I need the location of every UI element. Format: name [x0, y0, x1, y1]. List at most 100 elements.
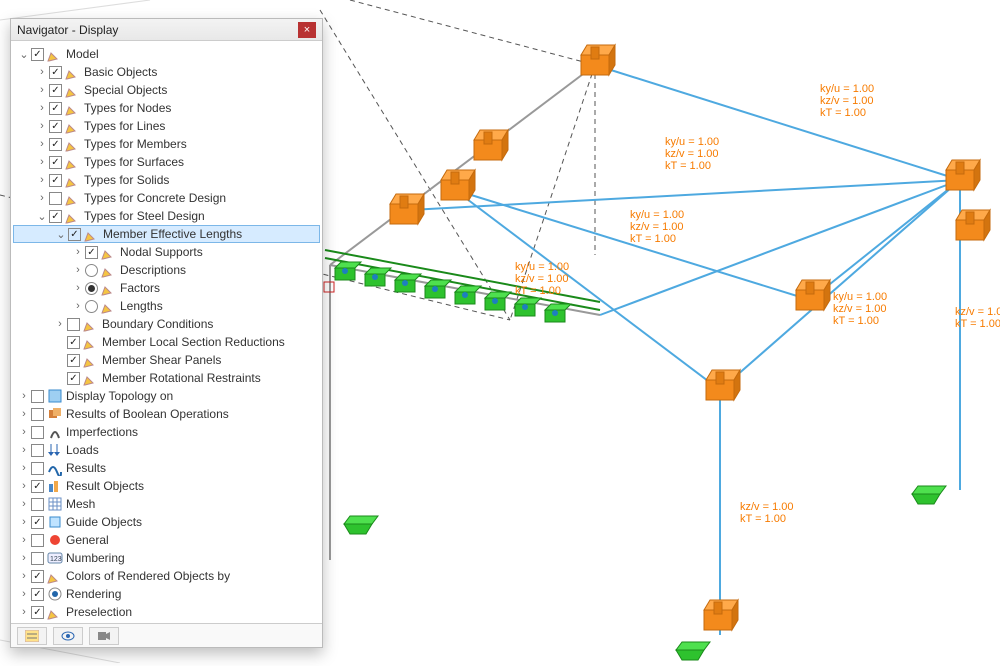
expand-icon[interactable]: ›: [17, 606, 31, 618]
expand-icon[interactable]: ›: [71, 300, 85, 312]
tree-node-types-nodes[interactable]: ›✓Types for Nodes: [13, 99, 320, 117]
checkbox[interactable]: ✓: [31, 588, 44, 601]
tree-node-mesh[interactable]: ›Mesh: [13, 495, 320, 513]
checkbox[interactable]: ✓: [49, 174, 62, 187]
checkbox[interactable]: ✓: [49, 102, 62, 115]
tree-node-display-topology[interactable]: ›Display Topology on: [13, 387, 320, 405]
tree-node-general[interactable]: ›General: [13, 531, 320, 549]
expand-icon[interactable]: ›: [17, 426, 31, 438]
checkbox[interactable]: ✓: [49, 156, 62, 169]
expand-icon[interactable]: ›: [71, 282, 85, 294]
tree-node-types-surfaces[interactable]: ›✓Types for Surfaces: [13, 153, 320, 171]
tree-node-types-steel[interactable]: ⌄✓Types for Steel Design: [13, 207, 320, 225]
tree-node-model[interactable]: ⌄ ✓ Model: [13, 45, 320, 63]
expand-icon[interactable]: ›: [17, 462, 31, 474]
tree-node-results[interactable]: ›Results: [13, 459, 320, 477]
expand-icon[interactable]: ›: [17, 516, 31, 528]
expand-icon[interactable]: ›: [35, 84, 49, 96]
expand-icon[interactable]: ›: [17, 498, 31, 510]
checkbox[interactable]: [31, 498, 44, 511]
checkbox[interactable]: [31, 390, 44, 403]
loads-icon: [47, 442, 63, 458]
tree-view[interactable]: ⌄ ✓ Model ›✓Basic Objects ›✓Special Obje…: [11, 41, 322, 621]
tree-node-colors-rendered[interactable]: ›✓Colors of Rendered Objects by: [13, 567, 320, 585]
expand-icon[interactable]: ›: [71, 246, 85, 258]
expand-icon[interactable]: ›: [17, 552, 31, 564]
tree-node-shear-panels[interactable]: ✓Member Shear Panels: [13, 351, 320, 369]
tree-node-types-concrete[interactable]: ›Types for Concrete Design: [13, 189, 320, 207]
expand-icon[interactable]: ›: [71, 264, 85, 276]
tree-node-basic-objects[interactable]: ›✓Basic Objects: [13, 63, 320, 81]
panel-titlebar[interactable]: Navigator - Display ×: [11, 19, 322, 41]
expand-icon[interactable]: ⌄: [54, 228, 68, 241]
tree-node-boundary-conditions[interactable]: ›Boundary Conditions: [13, 315, 320, 333]
expand-icon[interactable]: ›: [35, 120, 49, 132]
checkbox[interactable]: [31, 462, 44, 475]
radio[interactable]: [85, 264, 98, 277]
expand-icon[interactable]: ›: [17, 588, 31, 600]
tree-node-member-effective-lengths[interactable]: ⌄✓Member Effective Lengths: [13, 225, 320, 243]
tree-node-lengths[interactable]: ›Lengths: [13, 297, 320, 315]
tree-node-local-section-reductions[interactable]: ✓Member Local Section Reductions: [13, 333, 320, 351]
expand-icon[interactable]: ⌄: [17, 48, 31, 61]
expand-icon[interactable]: ›: [35, 192, 49, 204]
checkbox[interactable]: [49, 192, 62, 205]
radio[interactable]: [85, 300, 98, 313]
checkbox[interactable]: [31, 426, 44, 439]
expand-icon[interactable]: ⌄: [35, 210, 49, 223]
expand-icon[interactable]: ›: [17, 570, 31, 582]
footer-eye-button[interactable]: [53, 627, 83, 645]
tree-node-types-members[interactable]: ›✓Types for Members: [13, 135, 320, 153]
tree-node-boolean-ops[interactable]: ›Results of Boolean Operations: [13, 405, 320, 423]
expand-icon[interactable]: ›: [17, 480, 31, 492]
expand-icon[interactable]: ›: [35, 102, 49, 114]
checkbox[interactable]: ✓: [67, 354, 80, 367]
tree-node-numbering[interactable]: ›123Numbering: [13, 549, 320, 567]
checkbox[interactable]: ✓: [49, 66, 62, 79]
tree-node-special-objects[interactable]: ›✓Special Objects: [13, 81, 320, 99]
checkbox[interactable]: ✓: [49, 84, 62, 97]
tree-node-types-lines[interactable]: ›✓Types for Lines: [13, 117, 320, 135]
tree-node-loads[interactable]: ›Loads: [13, 441, 320, 459]
tree-node-types-solids[interactable]: ›✓Types for Solids: [13, 171, 320, 189]
checkbox[interactable]: [31, 552, 44, 565]
checkbox[interactable]: [31, 534, 44, 547]
footer-views-button[interactable]: [17, 627, 47, 645]
expand-icon[interactable]: ›: [17, 534, 31, 546]
checkbox[interactable]: ✓: [49, 120, 62, 133]
close-button[interactable]: ×: [298, 22, 316, 38]
checkbox[interactable]: ✓: [67, 372, 80, 385]
checkbox[interactable]: ✓: [49, 210, 62, 223]
expand-icon[interactable]: ›: [17, 408, 31, 420]
checkbox[interactable]: [31, 444, 44, 457]
checkbox[interactable]: ✓: [68, 228, 81, 241]
checkbox[interactable]: ✓: [31, 48, 44, 61]
checkbox[interactable]: ✓: [85, 246, 98, 259]
expand-icon[interactable]: ›: [35, 66, 49, 78]
expand-icon[interactable]: ›: [17, 390, 31, 402]
checkbox[interactable]: ✓: [31, 480, 44, 493]
expand-icon[interactable]: ›: [35, 156, 49, 168]
tree-node-guide-objects[interactable]: ›✓Guide Objects: [13, 513, 320, 531]
tree-node-descriptions[interactable]: ›Descriptions: [13, 261, 320, 279]
radio[interactable]: [85, 282, 98, 295]
checkbox[interactable]: ✓: [67, 336, 80, 349]
expand-icon[interactable]: ›: [53, 318, 67, 330]
tree-node-preselection[interactable]: ›✓Preselection: [13, 603, 320, 621]
checkbox[interactable]: ✓: [31, 516, 44, 529]
checkbox[interactable]: ✓: [49, 138, 62, 151]
tree-node-result-objects[interactable]: ›✓Result Objects: [13, 477, 320, 495]
checkbox[interactable]: [67, 318, 80, 331]
checkbox[interactable]: ✓: [31, 570, 44, 583]
expand-icon[interactable]: ›: [35, 174, 49, 186]
expand-icon[interactable]: ›: [35, 138, 49, 150]
checkbox[interactable]: [31, 408, 44, 421]
tree-node-rendering[interactable]: ›✓Rendering: [13, 585, 320, 603]
tree-node-nodal-supports[interactable]: ›✓Nodal Supports: [13, 243, 320, 261]
tree-node-factors[interactable]: ›Factors: [13, 279, 320, 297]
tree-node-imperfections[interactable]: ›Imperfections: [13, 423, 320, 441]
tree-node-rot-restraints[interactable]: ✓Member Rotational Restraints: [13, 369, 320, 387]
expand-icon[interactable]: ›: [17, 444, 31, 456]
checkbox[interactable]: ✓: [31, 606, 44, 619]
footer-video-button[interactable]: [89, 627, 119, 645]
